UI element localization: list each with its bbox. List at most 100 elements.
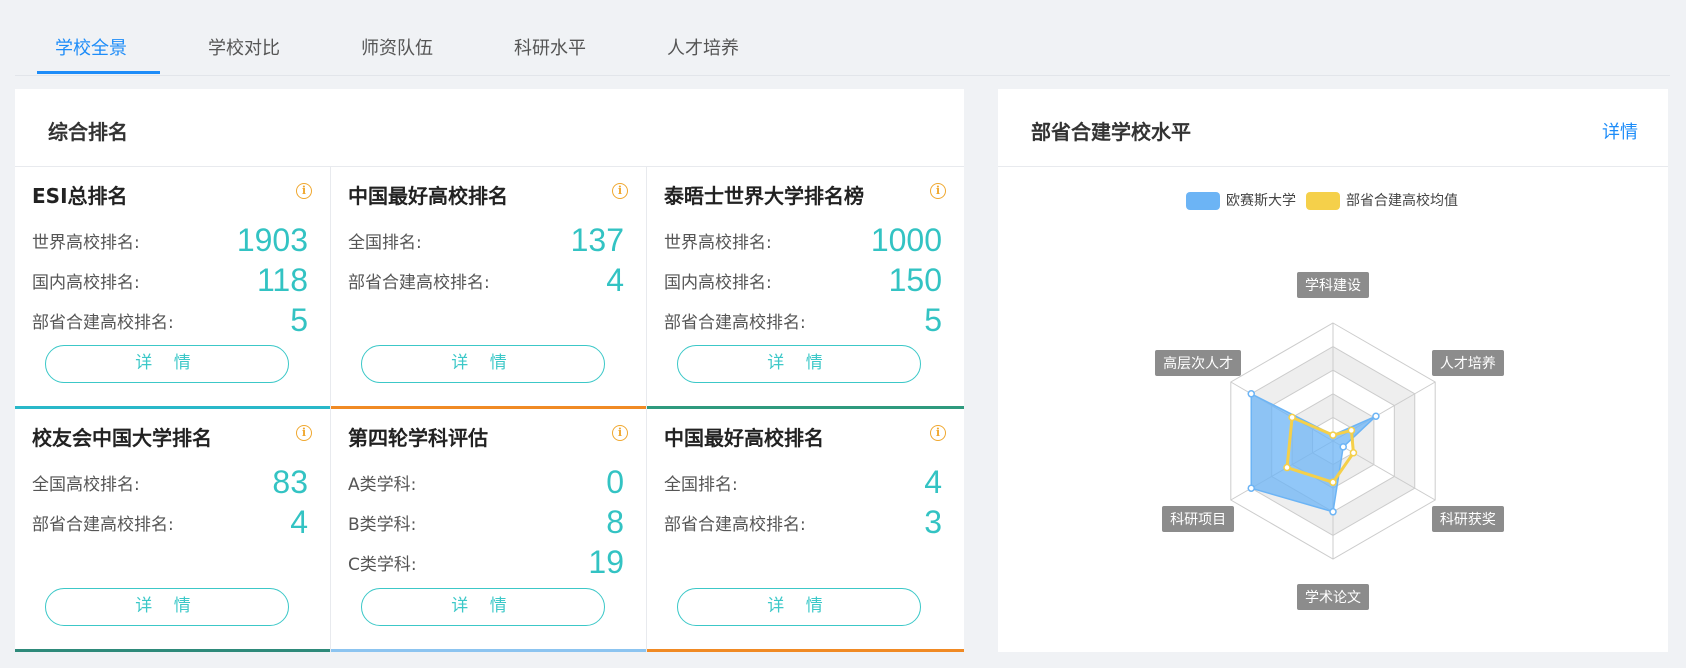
ranking-value: 5 — [924, 302, 942, 338]
detail-button[interactable]: 详 情 — [45, 588, 289, 626]
ranking-row: 世界高校排名: 1000 — [664, 219, 942, 259]
ranking-label: A类学科: — [348, 475, 417, 495]
card-title: 中国最好高校排名 — [348, 184, 508, 208]
ranking-row: 部省合建高校排名: 3 — [664, 501, 942, 541]
ranking-label: 部省合建高校排名: — [348, 273, 490, 293]
ranking-row: 世界高校排名: 1903 — [32, 219, 308, 259]
radar-point[interactable] — [1372, 412, 1380, 420]
ranking-value: 8 — [606, 504, 624, 540]
ranking-row: 部省合建高校排名: 4 — [32, 501, 308, 541]
ranking-label: 全国排名: — [348, 233, 422, 253]
ranking-row: 全国高校排名: 83 — [32, 461, 308, 501]
ranking-card: 第四轮学科评估 i A类学科: 0 B类学科: 8 C类学科: 19 详 情 — [331, 409, 647, 652]
active-tab-indicator — [37, 71, 160, 74]
radar-axis-label: 学科建设 — [1297, 272, 1369, 299]
detail-button[interactable]: 详 情 — [361, 345, 605, 383]
radar-point[interactable] — [1347, 426, 1356, 435]
ranking-card: 泰晤士世界大学排名榜 i 世界高校排名: 1000 国内高校排名: 150 部省合建高校排名… — [647, 167, 964, 409]
radar-axis-label: 人才培养 — [1431, 350, 1504, 377]
ranking-value: 137 — [570, 222, 624, 258]
provincial-level-panel: 部省合建学校水平 详情 欧赛斯大学 部省合建高校均值 学科建设 人才培养 科研获奖学… — [998, 89, 1668, 652]
ranking-value: 4 — [290, 504, 308, 540]
ranking-value: 19 — [588, 544, 624, 580]
ranking-card: 校友会中国大学排名 i 全国高校排名: 83 部省合建高校排名: 4 详 情 — [15, 409, 331, 652]
info-icon[interactable]: i — [612, 183, 628, 199]
ranking-row: 部省合建高校排名: 5 — [32, 299, 308, 339]
ranking-value: 83 — [272, 464, 308, 500]
ranking-value: 1000 — [870, 222, 942, 258]
ranking-value: 150 — [888, 262, 942, 298]
ranking-value: 118 — [256, 262, 308, 298]
ranking-label: C类学科: — [348, 555, 417, 575]
info-icon[interactable]: i — [612, 425, 628, 441]
ranking-value: 4 — [606, 262, 624, 298]
ranking-value: 3 — [924, 504, 942, 540]
ranking-label: 全国高校排名: — [32, 475, 140, 495]
info-icon[interactable]: i — [296, 425, 312, 441]
radar-point[interactable] — [1288, 413, 1296, 422]
radar-point[interactable] — [1247, 390, 1255, 398]
ranking-label: 部省合建高校排名: — [32, 515, 174, 535]
radar-point[interactable] — [1329, 478, 1337, 487]
card-accent-bar — [15, 649, 330, 652]
radar-axis-label: 科研获奖 — [1431, 505, 1504, 532]
radar-chart — [1230, 322, 1436, 560]
ranking-row: 部省合建高校排名: 4 — [348, 259, 624, 299]
ranking-row: 全国排名: 137 — [348, 219, 624, 259]
ranking-card: ESI总排名 i 世界高校排名: 1903 国内高校排名: 118 部省合建高校排名: 5 详 … — [15, 167, 331, 409]
radar-point[interactable] — [1283, 463, 1291, 472]
card-title: 第四轮学科评估 — [348, 426, 488, 450]
ranking-label: 部省合建高校排名: — [664, 313, 806, 333]
ranking-card: 中国最好高校排名 i 全国排名: 4 部省合建高校排名: 3 详 情 — [647, 409, 964, 652]
tab-school-comparison[interactable]: 学校对比 — [208, 34, 280, 60]
ranking-value: 1903 — [236, 222, 308, 258]
ranking-label: 世界高校排名: — [664, 233, 772, 253]
card-title: 校友会中国大学排名 — [32, 426, 212, 450]
ranking-label: 部省合建高校排名: — [32, 313, 174, 333]
ranking-row: 全国排名: 4 — [664, 461, 942, 501]
radar-point[interactable] — [1247, 484, 1255, 492]
ranking-card: 中国最好高校排名 i 全国排名: 137 部省合建高校排名: 4 详 情 — [331, 167, 647, 409]
radar-axis-label: 学术论文 — [1297, 583, 1369, 610]
radar-point[interactable] — [1329, 431, 1337, 439]
comprehensive-ranking-panel: 综合排名 ESI总排名 i 世界高校排名: 1903 国内高校排名: 118 部省合建高校排… — [15, 89, 964, 652]
ranking-label: 国内高校排名: — [664, 273, 772, 293]
ranking-label: B类学科: — [348, 515, 417, 535]
radar-point[interactable] — [1339, 443, 1347, 451]
top-tab-bar: 学校全景 学校对比 师资队伍 科研水平 人才培养 — [15, 0, 1670, 76]
card-title: 中国最好高校排名 — [664, 426, 824, 450]
info-icon[interactable]: i — [296, 183, 312, 199]
card-title: 泰晤士世界大学排名榜 — [664, 184, 864, 208]
ranking-row: 国内高校排名: 118 — [32, 259, 308, 299]
ranking-label: 部省合建高校排名: — [664, 515, 806, 535]
info-icon[interactable]: i — [930, 425, 946, 441]
tab-talent[interactable]: 人才培养 — [667, 34, 739, 60]
ranking-row: 部省合建高校排名: 5 — [664, 299, 942, 339]
tab-school-overview[interactable]: 学校全景 — [55, 34, 127, 60]
ranking-row: B类学科: 8 — [348, 501, 624, 541]
card-accent-bar — [647, 649, 964, 652]
info-icon[interactable]: i — [930, 183, 946, 199]
radar-point[interactable] — [1329, 508, 1337, 516]
ranking-row: 国内高校排名: 150 — [664, 259, 942, 299]
ranking-label: 国内高校排名: — [32, 273, 140, 293]
tab-research[interactable]: 科研水平 — [514, 34, 586, 60]
detail-button[interactable]: 详 情 — [361, 588, 605, 626]
ranking-value: 0 — [606, 464, 624, 500]
tab-faculty[interactable]: 师资队伍 — [361, 34, 433, 60]
ranking-row: C类学科: 19 — [348, 541, 624, 581]
ranking-label: 世界高校排名: — [32, 233, 140, 253]
detail-button[interactable]: 详 情 — [677, 588, 921, 626]
ranking-label: 全国排名: — [664, 475, 738, 495]
radar-axis-label: 高层次人才 — [1155, 350, 1242, 377]
ranking-value: 5 — [290, 302, 308, 338]
detail-button[interactable]: 详 情 — [45, 345, 289, 383]
ranking-row: A类学科: 0 — [348, 461, 624, 501]
radar-axis-label: 科研项目 — [1162, 505, 1235, 532]
card-accent-bar — [331, 649, 646, 652]
detail-button[interactable]: 详 情 — [677, 345, 921, 383]
ranking-value: 4 — [924, 464, 942, 500]
card-title: ESI总排名 — [32, 184, 128, 208]
radar-point[interactable] — [1349, 449, 1358, 457]
panel-title: 综合排名 — [48, 120, 128, 144]
